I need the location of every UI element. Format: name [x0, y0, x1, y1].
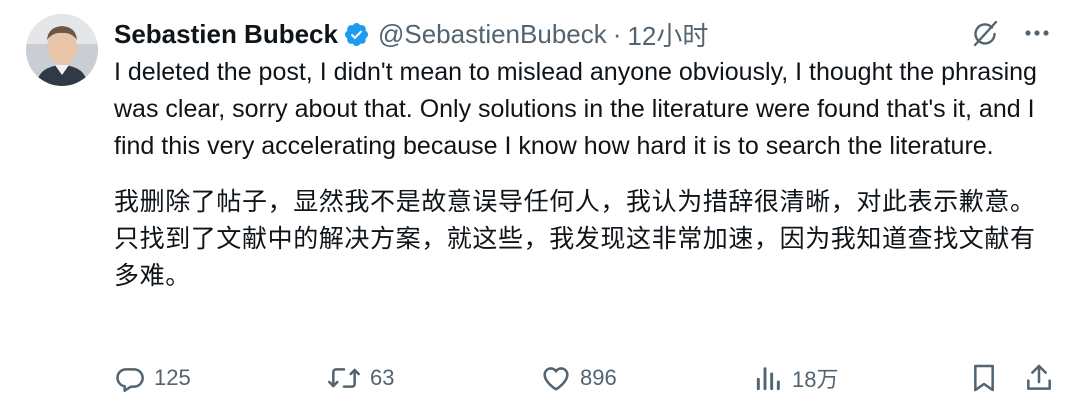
header-separator: · — [612, 18, 622, 49]
bookmark-icon — [970, 362, 998, 394]
retweet-icon — [326, 362, 362, 394]
reply-button[interactable]: 125 — [114, 356, 191, 400]
post-text-chinese: 我删除了帖子，显然我不是故意误导任何人，我认为措辞很清晰，对此表示歉意。只找到了… — [114, 187, 1036, 290]
post-action-bar: 125 63 896 18万 — [114, 356, 1054, 400]
author-name[interactable]: Sebastien Bubeck — [114, 19, 338, 50]
like-count: 896 — [580, 365, 617, 390]
grok-icon[interactable] — [970, 18, 1000, 48]
post-body: I deleted the post, I didn't mean to mis… — [114, 54, 1049, 294]
author-handle[interactable]: @SebastienBubeck — [378, 19, 607, 50]
avatar[interactable] — [26, 14, 98, 86]
bookmark-button[interactable] — [970, 356, 998, 400]
like-button[interactable]: 896 — [540, 356, 617, 400]
post-top-actions — [970, 18, 1052, 48]
views-count: 18万 — [792, 367, 839, 392]
post-text-english: I deleted the post, I didn't mean to mis… — [114, 58, 1037, 160]
heart-icon — [540, 362, 572, 394]
more-icon[interactable] — [1022, 18, 1052, 48]
tweet: Sebastien Bubeck @SebastienBubeck · 12小时… — [0, 0, 1080, 409]
post-timestamp[interactable]: 12小时 — [627, 16, 708, 53]
views-button[interactable]: 18万 — [754, 356, 838, 400]
verified-badge-icon — [343, 21, 370, 48]
reply-count: 125 — [154, 365, 191, 390]
share-icon — [1024, 362, 1054, 394]
post-header: Sebastien Bubeck @SebastienBubeck · 12小时 — [114, 14, 708, 54]
share-button[interactable] — [1024, 356, 1054, 400]
retweet-count: 63 — [370, 365, 395, 390]
reply-icon — [114, 362, 146, 394]
views-chart-icon — [754, 362, 784, 394]
retweet-button[interactable]: 63 — [326, 356, 394, 400]
